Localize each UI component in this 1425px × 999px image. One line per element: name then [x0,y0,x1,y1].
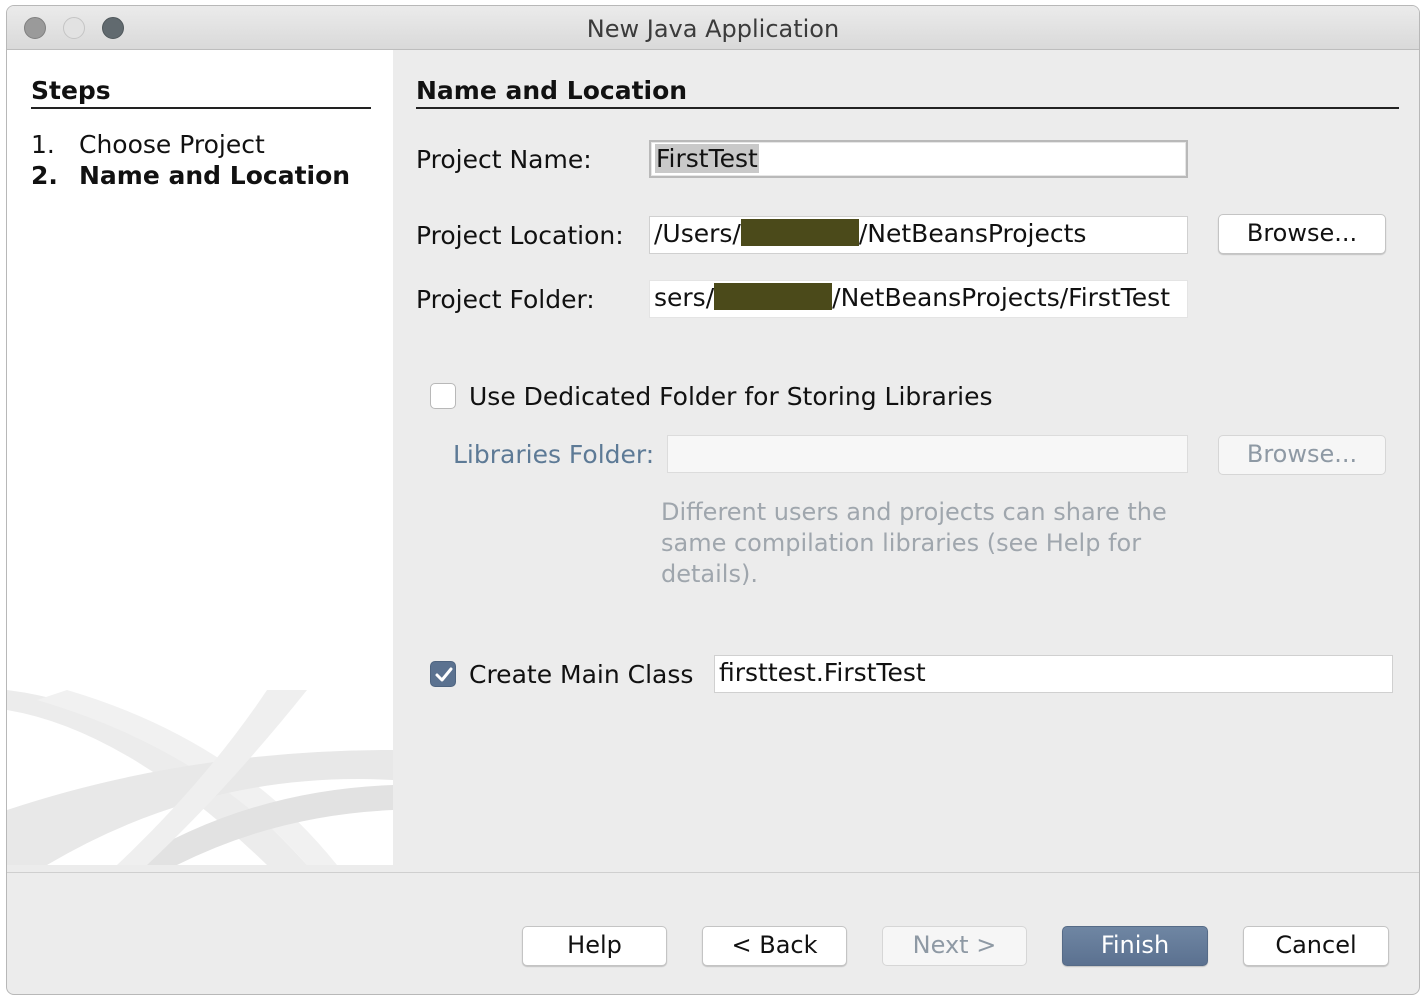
step-number: 2. [31,161,58,190]
browse-location-button[interactable]: Browse... [1218,214,1386,254]
step-choose-project: 1. Choose Project [31,130,265,159]
step-label: Choose Project [79,130,265,159]
footer-separator [7,872,1419,873]
location-prefix: /Users/ [654,219,741,248]
dialog-window: New Java Application Steps 1. Choose Proj… [6,5,1420,995]
step-number: 1. [31,130,55,159]
hint-line: details). [661,560,758,588]
project-folder-field: sers/ /NetBeansProjects/FirstTest [649,280,1188,318]
window-title: New Java Application [586,15,840,43]
steps-heading: Steps [31,76,371,109]
dedicated-libraries-label: Use Dedicated Folder for Storing Librari… [469,382,993,411]
content-panel: Name and Location Project Name: FirstTes… [393,50,1419,865]
dedicated-libraries-checkbox[interactable] [430,383,456,409]
create-main-class-checkbox[interactable] [430,661,456,687]
step-label: Name and Location [79,161,351,190]
hint-line: same compilation libraries (see Help for [661,529,1142,557]
section-heading: Name and Location [416,76,1399,109]
project-location-input[interactable]: /Users/ /NetBeansProjects [649,216,1188,254]
redacted-username [714,283,833,310]
browse-libraries-button[interactable]: Browse... [1218,435,1386,475]
libraries-hint: Different users and projects can share t… [661,497,1167,590]
help-button[interactable]: Help [522,926,667,966]
create-main-class-label: Create Main Class [469,660,694,689]
netbeans-swoosh-graphic [7,690,393,865]
libraries-folder-label: Libraries Folder: [453,440,655,469]
finish-button[interactable]: Finish [1062,926,1208,966]
folder-prefix: sers/ [654,283,715,312]
project-name-value: FirstTest [655,144,759,173]
project-name-input[interactable]: FirstTest [649,140,1188,178]
location-suffix: /NetBeansProjects [858,219,1087,248]
project-folder-label: Project Folder: [416,285,595,314]
cancel-button[interactable]: Cancel [1243,926,1389,966]
folder-suffix: /NetBeansProjects/FirstTest [832,283,1170,312]
project-name-label: Project Name: [416,145,592,174]
main-class-input[interactable]: firsttest.FirstTest [714,655,1393,693]
checkmark-icon [435,667,453,682]
step-name-and-location: 2. Name and Location [31,161,350,190]
title-bar: New Java Application [7,6,1419,50]
next-button[interactable]: Next > [882,926,1027,966]
redacted-username [740,219,859,246]
steps-panel: Steps 1. Choose Project 2. Name and Locati… [7,50,393,865]
project-location-label: Project Location: [416,221,624,250]
back-button[interactable]: < Back [702,926,847,966]
hint-line: Different users and projects can share t… [661,498,1167,526]
libraries-folder-input[interactable] [667,435,1188,473]
